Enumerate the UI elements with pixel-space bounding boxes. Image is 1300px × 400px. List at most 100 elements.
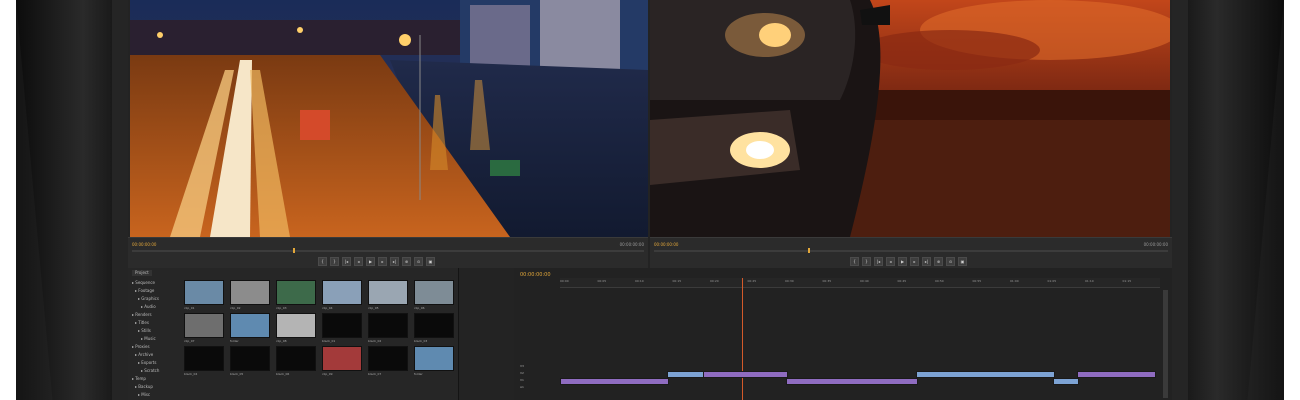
source-playhead[interactable] [293,248,295,253]
media-thumbnail[interactable]: folder [230,313,270,343]
step-forward-icon[interactable]: ▸ [378,257,387,266]
go-to-out-icon[interactable]: ▸| [390,257,399,266]
track-header[interactable]: A1 [520,385,556,391]
mark-out-icon[interactable]: } [330,257,339,266]
export-frame-icon[interactable]: ▣ [958,257,967,266]
timeline-panel: 00:00:00:00 00:00 00:05 00:10 00:15 00:20 00:… [514,268,1172,400]
track-header[interactable]: V2 [520,371,556,377]
audio-clip[interactable] [702,371,788,378]
timeline-ruler[interactable]: 00:00 00:05 00:10 00:15 00:20 00:25 00:30 00:35… [560,278,1160,288]
media-thumbnail[interactable]: black_05 [230,346,270,376]
project-panel: Project ▸ Sequence ▸ Footage ▸ Graphics ▸ A… [128,268,459,400]
media-thumbnail[interactable]: clip_02 [230,280,270,310]
insert-icon[interactable]: ⊕ [934,257,943,266]
step-back-icon[interactable]: ◂ [354,257,363,266]
project-tree-item[interactable]: ▸ Temp [132,376,180,384]
media-thumbnail[interactable]: black_07 [368,346,408,376]
audio-clip[interactable] [785,378,919,385]
project-tree-item[interactable]: ▸ Titles [132,320,180,328]
media-thumbnail[interactable]: clip_08 [276,313,316,343]
track-header[interactable]: V1 [520,378,556,384]
go-to-in-icon[interactable]: |◂ [874,257,883,266]
clip-thumbnail [322,313,362,339]
media-thumbnail[interactable]: clip_06 [414,280,454,310]
clip-thumbnail [276,313,316,339]
ruler-tick-label: 00:05 [597,279,607,283]
step-back-icon[interactable]: ◂ [886,257,895,266]
thumbnail-caption: black_01 [322,339,336,343]
ruler-tick-label: 00:40 [860,279,869,283]
export-frame-icon[interactable]: ▣ [426,257,435,266]
video-clip[interactable] [666,371,705,378]
ruler-tick-label: 00:20 [710,279,719,283]
go-to-out-icon[interactable]: ▸| [922,257,931,266]
ruler-tick-label: 00:15 [672,279,682,283]
audio-clip[interactable] [560,378,669,385]
project-tree-item[interactable]: ▸ Backup [132,384,180,392]
media-thumbnail[interactable]: black_01 [322,313,362,343]
mark-in-icon[interactable]: { [850,257,859,266]
source-timecode[interactable]: 00:00:00:00 [132,242,156,247]
thumbnail-caption: clip_01 [184,306,195,310]
video-clip[interactable] [1053,378,1079,385]
media-thumbnail[interactable]: clip_09 [322,346,362,376]
media-thumbnail[interactable]: black_03 [414,313,454,343]
clip-thumbnail [184,346,224,372]
project-tree-item[interactable]: ▸ Exports [132,360,180,368]
timeline-scrollbar[interactable] [1163,290,1168,398]
tab-project[interactable]: Project [132,270,152,276]
program-playhead[interactable] [808,248,810,253]
program-scrubber[interactable] [654,250,1168,252]
project-tree-item[interactable]: ▸ Proxies [132,344,180,352]
project-tree-item[interactable]: ▸ Sequence [132,280,180,288]
program-timecode[interactable]: 00:00:00:00 [654,242,678,247]
step-forward-icon[interactable]: ▸ [910,257,919,266]
source-scrubber[interactable] [132,250,644,252]
folder-icon [414,346,454,372]
project-tree-item[interactable]: ▸ Music [132,336,180,344]
track-header[interactable]: V3 [520,364,556,370]
source-monitor[interactable] [130,0,648,237]
project-tree-item[interactable]: ▸ Renders [132,312,180,320]
insert-icon[interactable]: ⊕ [402,257,411,266]
thumbnail-caption: folder [230,339,239,343]
overwrite-icon[interactable]: ⊙ [414,257,423,266]
car-headlight-image [650,0,1170,237]
project-tree-item[interactable]: ▸ Scratch [132,368,180,376]
project-tree-item[interactable]: ▸ Misc [132,392,180,400]
editing-app-screen: 00:00:00:00 00:00:00:00 { } |◂ ◂ ▶ ▸ ▸| … [128,0,1172,400]
play-icon[interactable]: ▶ [898,257,907,266]
audio-clip[interactable] [1076,371,1156,378]
media-thumbnail[interactable]: clip_03 [276,280,316,310]
media-thumbnail[interactable]: folder [414,346,454,376]
clip-thumbnail [184,280,224,306]
media-thumbnail[interactable]: clip_04 [322,280,362,310]
project-tree-item[interactable]: ▸ Stills [132,328,180,336]
play-icon[interactable]: ▶ [366,257,375,266]
program-transport-buttons: { } |◂ ◂ ▶ ▸ ▸| ⊕ ⊙ ▣ [850,257,967,266]
media-thumbnail[interactable]: clip_01 [184,280,224,310]
media-thumbnail[interactable]: black_04 [184,346,224,376]
program-monitor[interactable] [650,0,1170,237]
media-thumbnail[interactable]: clip_07 [184,313,224,343]
media-thumbnail[interactable]: black_02 [368,313,408,343]
ruler-tick-label: 01:05 [1047,279,1057,283]
ruler-tick-label: 00:00 [560,279,569,283]
mark-out-icon[interactable]: } [862,257,871,266]
thumbnail-caption: clip_02 [230,306,241,310]
timeline-playhead[interactable] [742,278,743,400]
ruler-tick-label: 00:35 [822,279,832,283]
media-thumbnail[interactable]: black_06 [276,346,316,376]
mark-in-icon[interactable]: { [318,257,327,266]
clip-thumbnail [414,313,454,339]
go-to-in-icon[interactable]: |◂ [342,257,351,266]
video-clip[interactable] [916,371,1055,378]
overwrite-icon[interactable]: ⊙ [946,257,955,266]
project-tree-item[interactable]: ▸ Graphics [132,296,180,304]
project-tree-item[interactable]: ▸ Footage [132,288,180,296]
ruler-tick-label: 00:45 [897,279,907,283]
media-thumbnail[interactable]: clip_05 [368,280,408,310]
project-tree-item[interactable]: ▸ Archive [132,352,180,360]
project-tree-item[interactable]: ▸ Audio [132,304,180,312]
timeline-timecode[interactable]: 00:00:00:00 [520,272,551,278]
